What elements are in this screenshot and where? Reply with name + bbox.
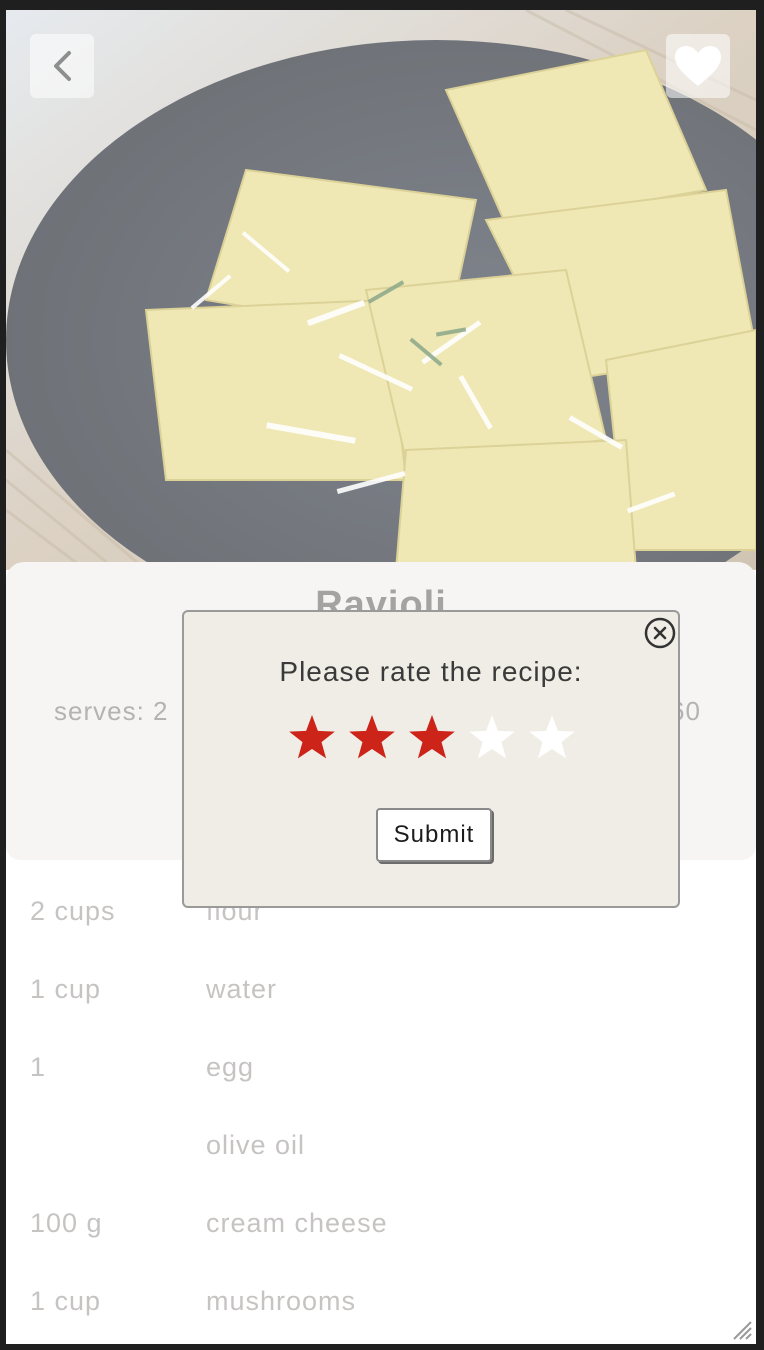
ingredient-list: 2 cups flour 1 cup water 1 egg olive oil… [6,890,756,1344]
star-icon[interactable] [286,712,338,764]
ingredient-quantity: 2 cups [30,896,116,926]
hero-overlay [6,10,756,570]
ingredient-name: mushrooms [206,1286,357,1316]
rating-dialog: Please rate the recipe: Submit [182,610,680,908]
close-circle-icon [644,617,676,649]
star-icon[interactable] [526,712,578,764]
ingredient-row: 1 cup water [6,968,756,1046]
serves-label: serves: 2 [54,696,169,726]
star-icon[interactable] [466,712,518,764]
ingredient-name: olive oil [206,1130,306,1160]
recipe-hero-image [6,10,756,570]
ingredient-quantity: 100 g [30,1208,103,1238]
ingredient-row: 1 egg [6,1046,756,1124]
favorite-button[interactable] [666,34,730,98]
ingredient-row: 100 g cream cheese [6,1202,756,1280]
device-frame: Ravioli serves: 2 60 2 cups flour 1 cup … [0,0,764,1350]
star-rating[interactable] [286,712,578,764]
close-button[interactable] [644,617,676,649]
heart-icon [675,46,721,86]
star-icon[interactable] [346,712,398,764]
ingredient-row: olive oil [6,1124,756,1202]
rating-prompt: Please rate the recipe: [279,656,583,687]
ingredient-name: cream cheese [206,1208,388,1238]
back-button[interactable] [30,34,94,98]
submit-button[interactable]: Submit [376,808,492,862]
resize-grip-icon[interactable] [730,1318,752,1340]
ingredient-quantity: 1 cup [30,974,102,1004]
ingredient-quantity: 1 [30,1052,47,1082]
ingredient-name: water [206,974,278,1004]
chevron-left-icon [54,51,71,81]
ingredient-name: egg [206,1052,255,1082]
ingredient-quantity: 1 cup [30,1286,102,1316]
star-icon[interactable] [406,712,458,764]
ingredient-row: 1 cup mushrooms [6,1280,756,1344]
